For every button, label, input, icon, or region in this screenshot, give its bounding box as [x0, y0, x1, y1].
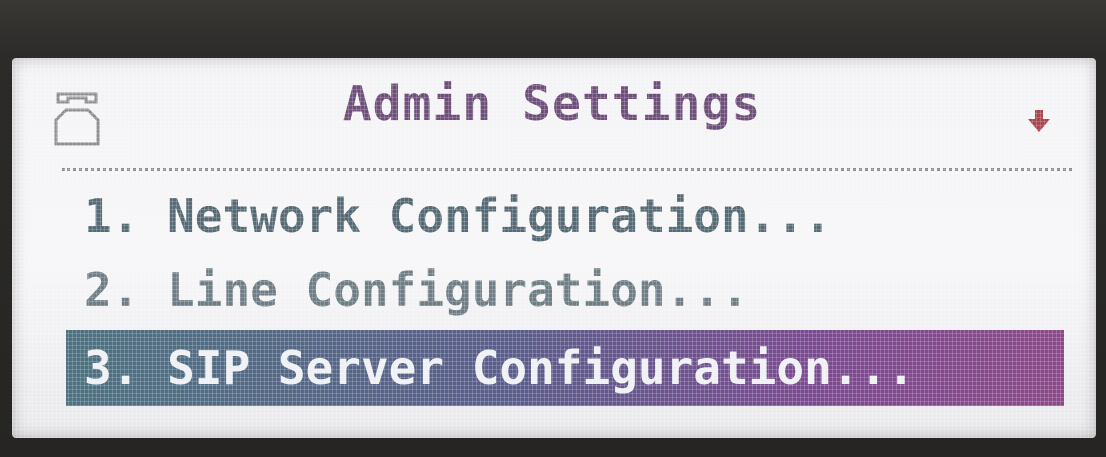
menu-item-network-configuration[interactable]: 1. Network Configuration... [74, 182, 1064, 250]
menu-item-sip-server-configuration[interactable]: 3. SIP Server Configuration... [66, 330, 1064, 406]
scroll-down-arrow-icon [1028, 110, 1050, 132]
lcd-screen: Admin Settings 1. Network Configuration.… [12, 58, 1096, 438]
page-title: Admin Settings [342, 76, 762, 132]
admin-settings-menu: 1. Network Configuration... 2. Line Conf… [66, 182, 1064, 412]
header-divider [62, 168, 1072, 171]
menu-item-line-configuration[interactable]: 2. Line Configuration... [74, 256, 1064, 324]
phone-handset-icon [54, 92, 100, 146]
